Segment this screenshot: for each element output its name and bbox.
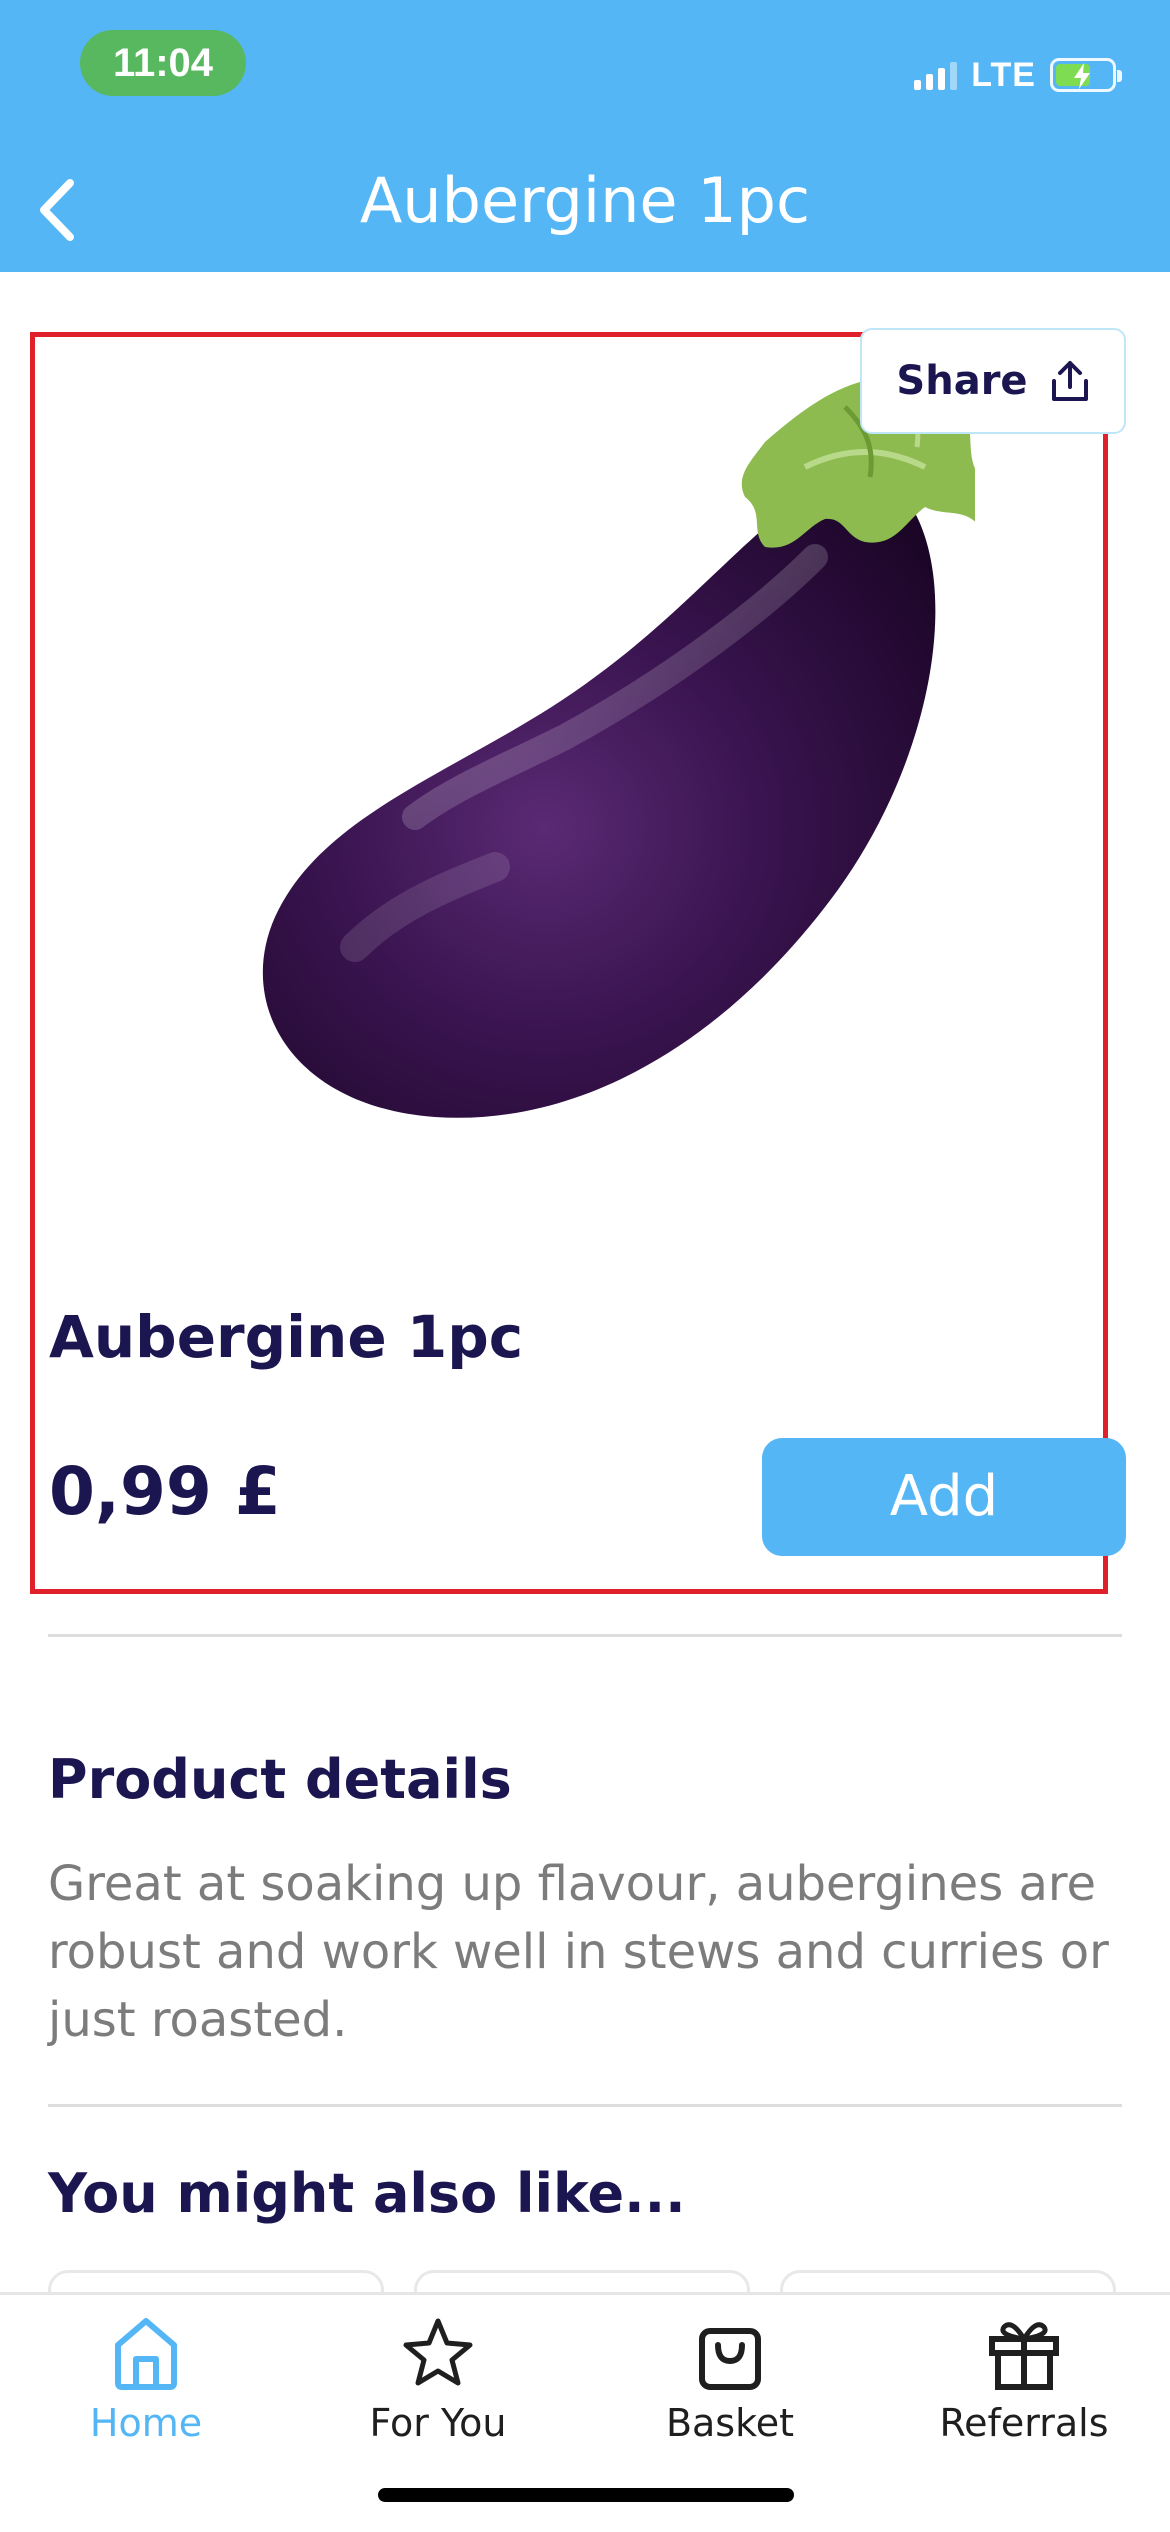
nav-referrals[interactable]: Referrals <box>904 2315 1144 2485</box>
network-type: LTE <box>971 55 1036 94</box>
product-description: Great at soaking up flavour, aubergines … <box>48 1856 1109 2048</box>
home-indicator <box>378 2488 794 2502</box>
product-details-heading: Product details <box>48 1748 512 1811</box>
gift-icon <box>989 2322 1059 2390</box>
product-name: Aubergine 1pc <box>49 1303 524 1371</box>
share-label: Share <box>896 358 1028 404</box>
signal-icon <box>914 60 958 90</box>
nav-home[interactable]: Home <box>26 2315 266 2485</box>
product-price: 0,99 £ <box>49 1453 281 1530</box>
nav-label-referrals: Referrals <box>939 2401 1109 2445</box>
page-title: Aubergine 1pc <box>359 164 811 237</box>
share-button[interactable]: Share <box>860 328 1126 434</box>
share-upload-icon <box>1051 361 1088 401</box>
recommendations-heading: You might also like... <box>48 2162 686 2225</box>
status-indicators: LTE <box>914 50 1122 100</box>
status-time: 11:04 <box>80 30 246 96</box>
nav-label-for-you: For You <box>369 2401 507 2445</box>
nav-for-you[interactable]: For You <box>318 2315 558 2485</box>
star-icon <box>403 2318 473 2386</box>
nav-label-home: Home <box>89 2401 203 2445</box>
basket-icon <box>699 2328 761 2390</box>
home-icon <box>115 2318 177 2390</box>
battery-icon <box>1050 58 1122 92</box>
aubergine-image <box>262 376 975 1118</box>
divider <box>48 1634 1122 1637</box>
app-header: 11:04 LTE Aubergine 1pc <box>0 0 1170 272</box>
divider <box>48 2104 1122 2107</box>
nav-label-basket: Basket <box>665 2401 795 2445</box>
nav-basket[interactable]: Basket <box>610 2315 850 2485</box>
add-to-basket-button[interactable]: Add <box>762 1438 1126 1556</box>
product-card-highlight: Aubergine 1pc 0,99 £ <box>30 332 1108 1594</box>
